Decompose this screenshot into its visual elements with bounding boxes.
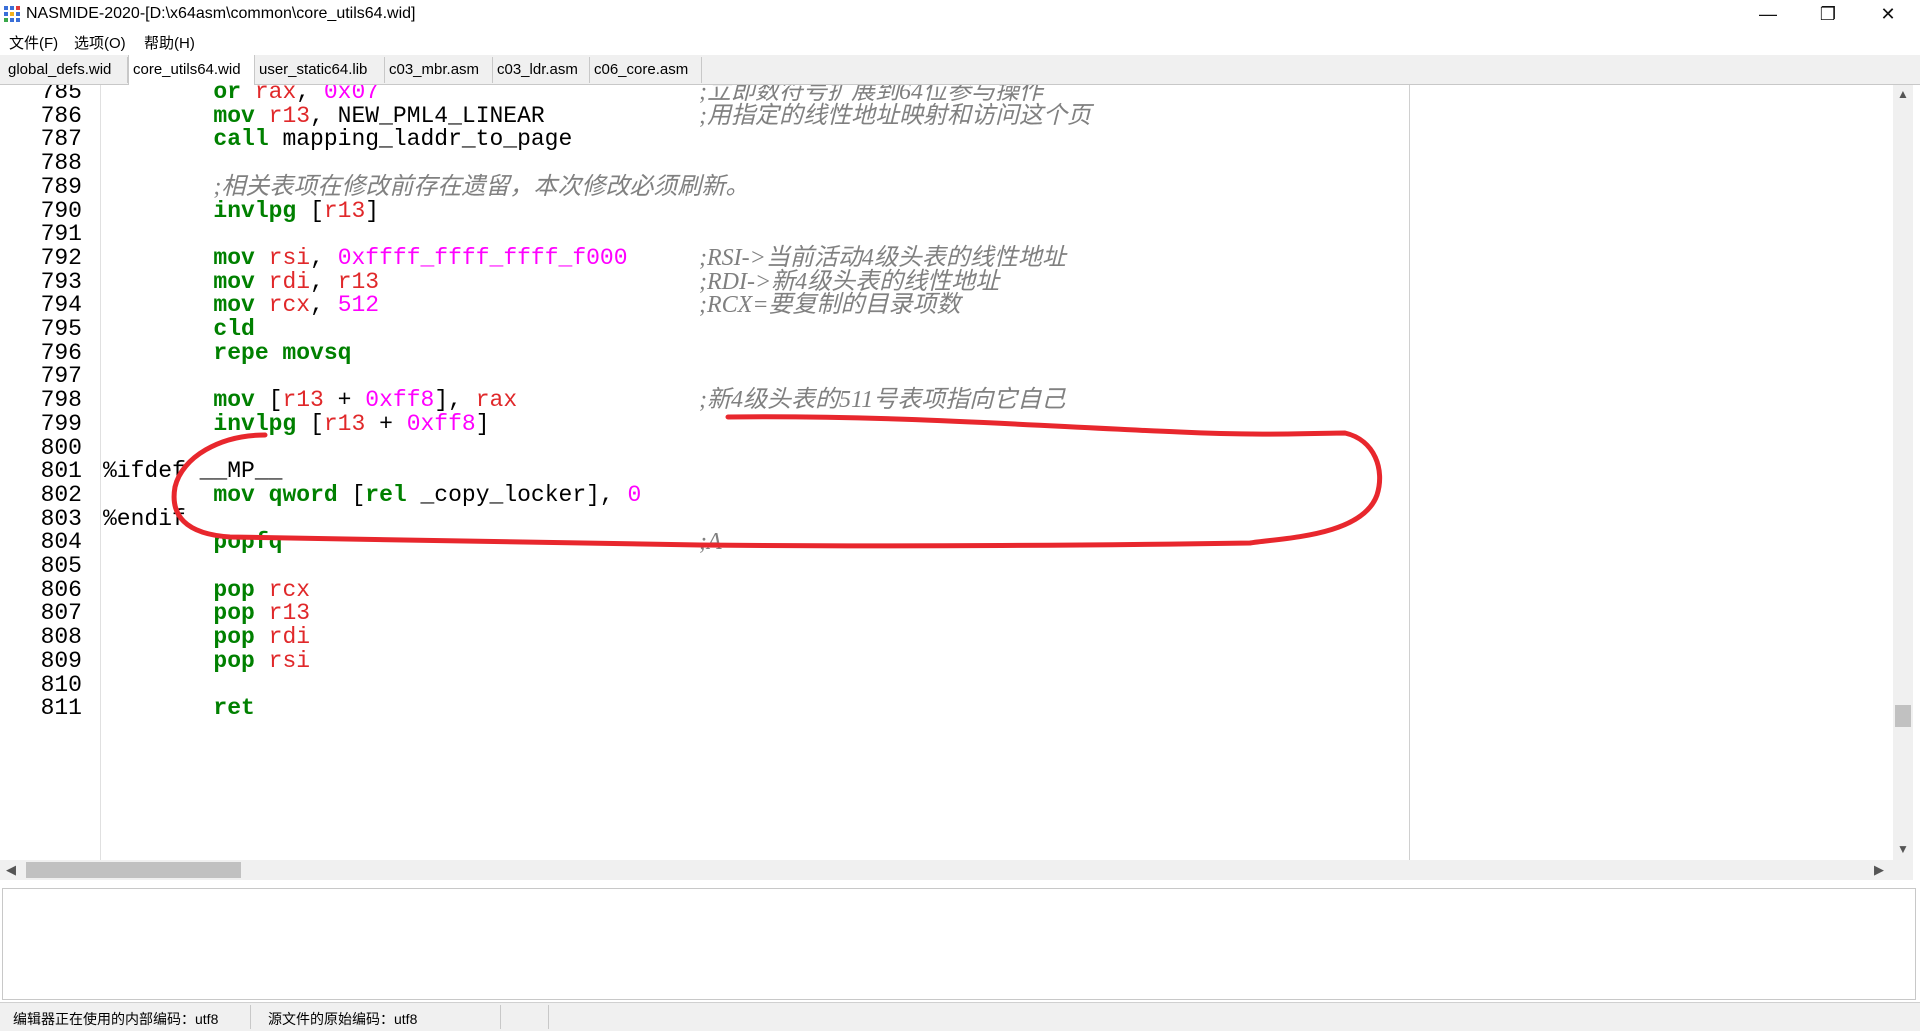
scroll-up-arrow-icon[interactable]: ▲ xyxy=(1893,87,1913,103)
code-comment: ;A xyxy=(699,529,722,556)
tab-core-utils64[interactable]: core_utils64.wid xyxy=(128,55,255,85)
code-token: popfq xyxy=(213,529,283,556)
code-token: mapping_laddr_to_page xyxy=(268,126,573,153)
tab-c06-core[interactable]: c06_core.asm xyxy=(590,57,702,83)
output-pane[interactable] xyxy=(2,888,1916,1000)
code-token: + xyxy=(365,410,407,437)
menu-bar: 文件(F) 选项(O) 帮助(H) xyxy=(0,28,1920,52)
code-token: rel xyxy=(365,481,407,508)
maximize-button[interactable]: ❐ xyxy=(1800,0,1856,28)
tab-user-static64[interactable]: user_static64.lib xyxy=(255,57,385,83)
scroll-right-arrow-icon[interactable]: ▶ xyxy=(1874,860,1890,880)
horizontal-scroll-thumb[interactable] xyxy=(26,862,241,878)
code-token: [ xyxy=(296,197,324,224)
code-line[interactable]: repe movsq xyxy=(103,339,351,368)
code-line[interactable]: pop rsi xyxy=(103,647,310,676)
status-source-encoding: 源文件的原始编码：utf8 xyxy=(268,1011,418,1027)
code-line[interactable]: call mapping_laddr_to_page xyxy=(103,125,572,154)
status-bar: 编辑器正在使用的内部编码：utf8 源文件的原始编码：utf8 xyxy=(0,1002,1920,1031)
code-token: [ xyxy=(296,410,324,437)
code-token: r13 xyxy=(323,197,366,224)
code-text-area[interactable]: or rax, 0x07 ;立即数符号扩展到64位参与操作 mov r13, NE… xyxy=(103,85,1893,860)
code-comment: ;RCX=要复制的目录项数 xyxy=(699,292,961,319)
code-token: invlpg xyxy=(213,410,297,437)
scroll-left-arrow-icon[interactable]: ◀ xyxy=(6,860,22,880)
code-line[interactable]: popfq xyxy=(103,528,282,557)
status-internal-encoding: 编辑器正在使用的内部编码：utf8 xyxy=(13,1011,219,1027)
code-line[interactable]: invlpg [r13 + 0xff8] xyxy=(103,410,490,439)
tab-global-defs[interactable]: global_defs.wid xyxy=(4,57,128,83)
tab-c03-ldr[interactable]: c03_ldr.asm xyxy=(493,57,590,83)
line-number-gutter: 785 786 787 788 789 790 791 792 793 794 795 796 797 7… xyxy=(0,85,101,860)
code-token: pop xyxy=(213,647,255,674)
edge-guide-line xyxy=(1409,85,1410,860)
status-separator xyxy=(500,1005,501,1029)
scroll-down-arrow-icon[interactable]: ▼ xyxy=(1893,842,1913,858)
vertical-scrollbar[interactable]: ▲ ▼ xyxy=(1893,85,1913,860)
minimize-button[interactable]: — xyxy=(1740,0,1796,28)
status-separator xyxy=(548,1005,549,1029)
code-token: 512 xyxy=(337,292,380,319)
code-token: repe movsq xyxy=(213,339,352,366)
code-token: ret xyxy=(213,695,255,722)
code-token: 0xffff_ffff_ffff_f000 xyxy=(337,244,628,271)
close-button[interactable]: ✕ xyxy=(1860,0,1916,28)
code-token: _copy_locker], xyxy=(406,481,628,508)
horizontal-scrollbar[interactable]: ◀ ▶ xyxy=(0,860,1913,880)
code-comment: ;用指定的线性地址映射和访问这个页 xyxy=(699,102,1091,129)
code-token: , xyxy=(310,292,338,319)
code-line[interactable]: ret xyxy=(103,694,255,723)
tab-c03-mbr[interactable]: c03_mbr.asm xyxy=(385,57,493,83)
vertical-scroll-thumb[interactable] xyxy=(1895,705,1911,727)
code-token: call xyxy=(213,126,269,153)
window-title: NASMIDE-2020-[D:\x64asm\common\core_util… xyxy=(26,5,416,22)
code-token: 0xff8 xyxy=(406,410,476,437)
title-bar: NASMIDE-2020-[D:\x64asm\common\core_util… xyxy=(0,0,1920,28)
status-separator xyxy=(250,1005,251,1029)
menu-options[interactable]: 选项(O) xyxy=(74,32,126,53)
code-token: 0 xyxy=(627,481,642,508)
code-token: ] xyxy=(475,410,490,437)
code-token: qword xyxy=(268,481,338,508)
code-token: rsi xyxy=(268,647,311,674)
app-icon xyxy=(4,6,20,22)
menu-file[interactable]: 文件(F) xyxy=(9,32,58,53)
code-editor[interactable]: 785 786 787 788 789 790 791 792 793 794 795 796 797 7… xyxy=(0,85,1920,885)
code-token: ] xyxy=(365,197,380,224)
code-token: rcx xyxy=(268,292,311,319)
file-tab-bar: global_defs.wid core_utils64.wid user_st… xyxy=(0,55,1920,85)
code-token: r13 xyxy=(323,410,366,437)
code-token: [ xyxy=(337,481,366,508)
code-line[interactable]: invlpg [r13] xyxy=(103,197,379,226)
line-number: 811 xyxy=(40,695,82,722)
code-comment: ;新4级头表的511号表项指向它自己 xyxy=(699,387,1066,414)
code-token: invlpg xyxy=(213,197,297,224)
code-token: mov xyxy=(213,481,255,508)
menu-help[interactable]: 帮助(H) xyxy=(144,32,195,53)
